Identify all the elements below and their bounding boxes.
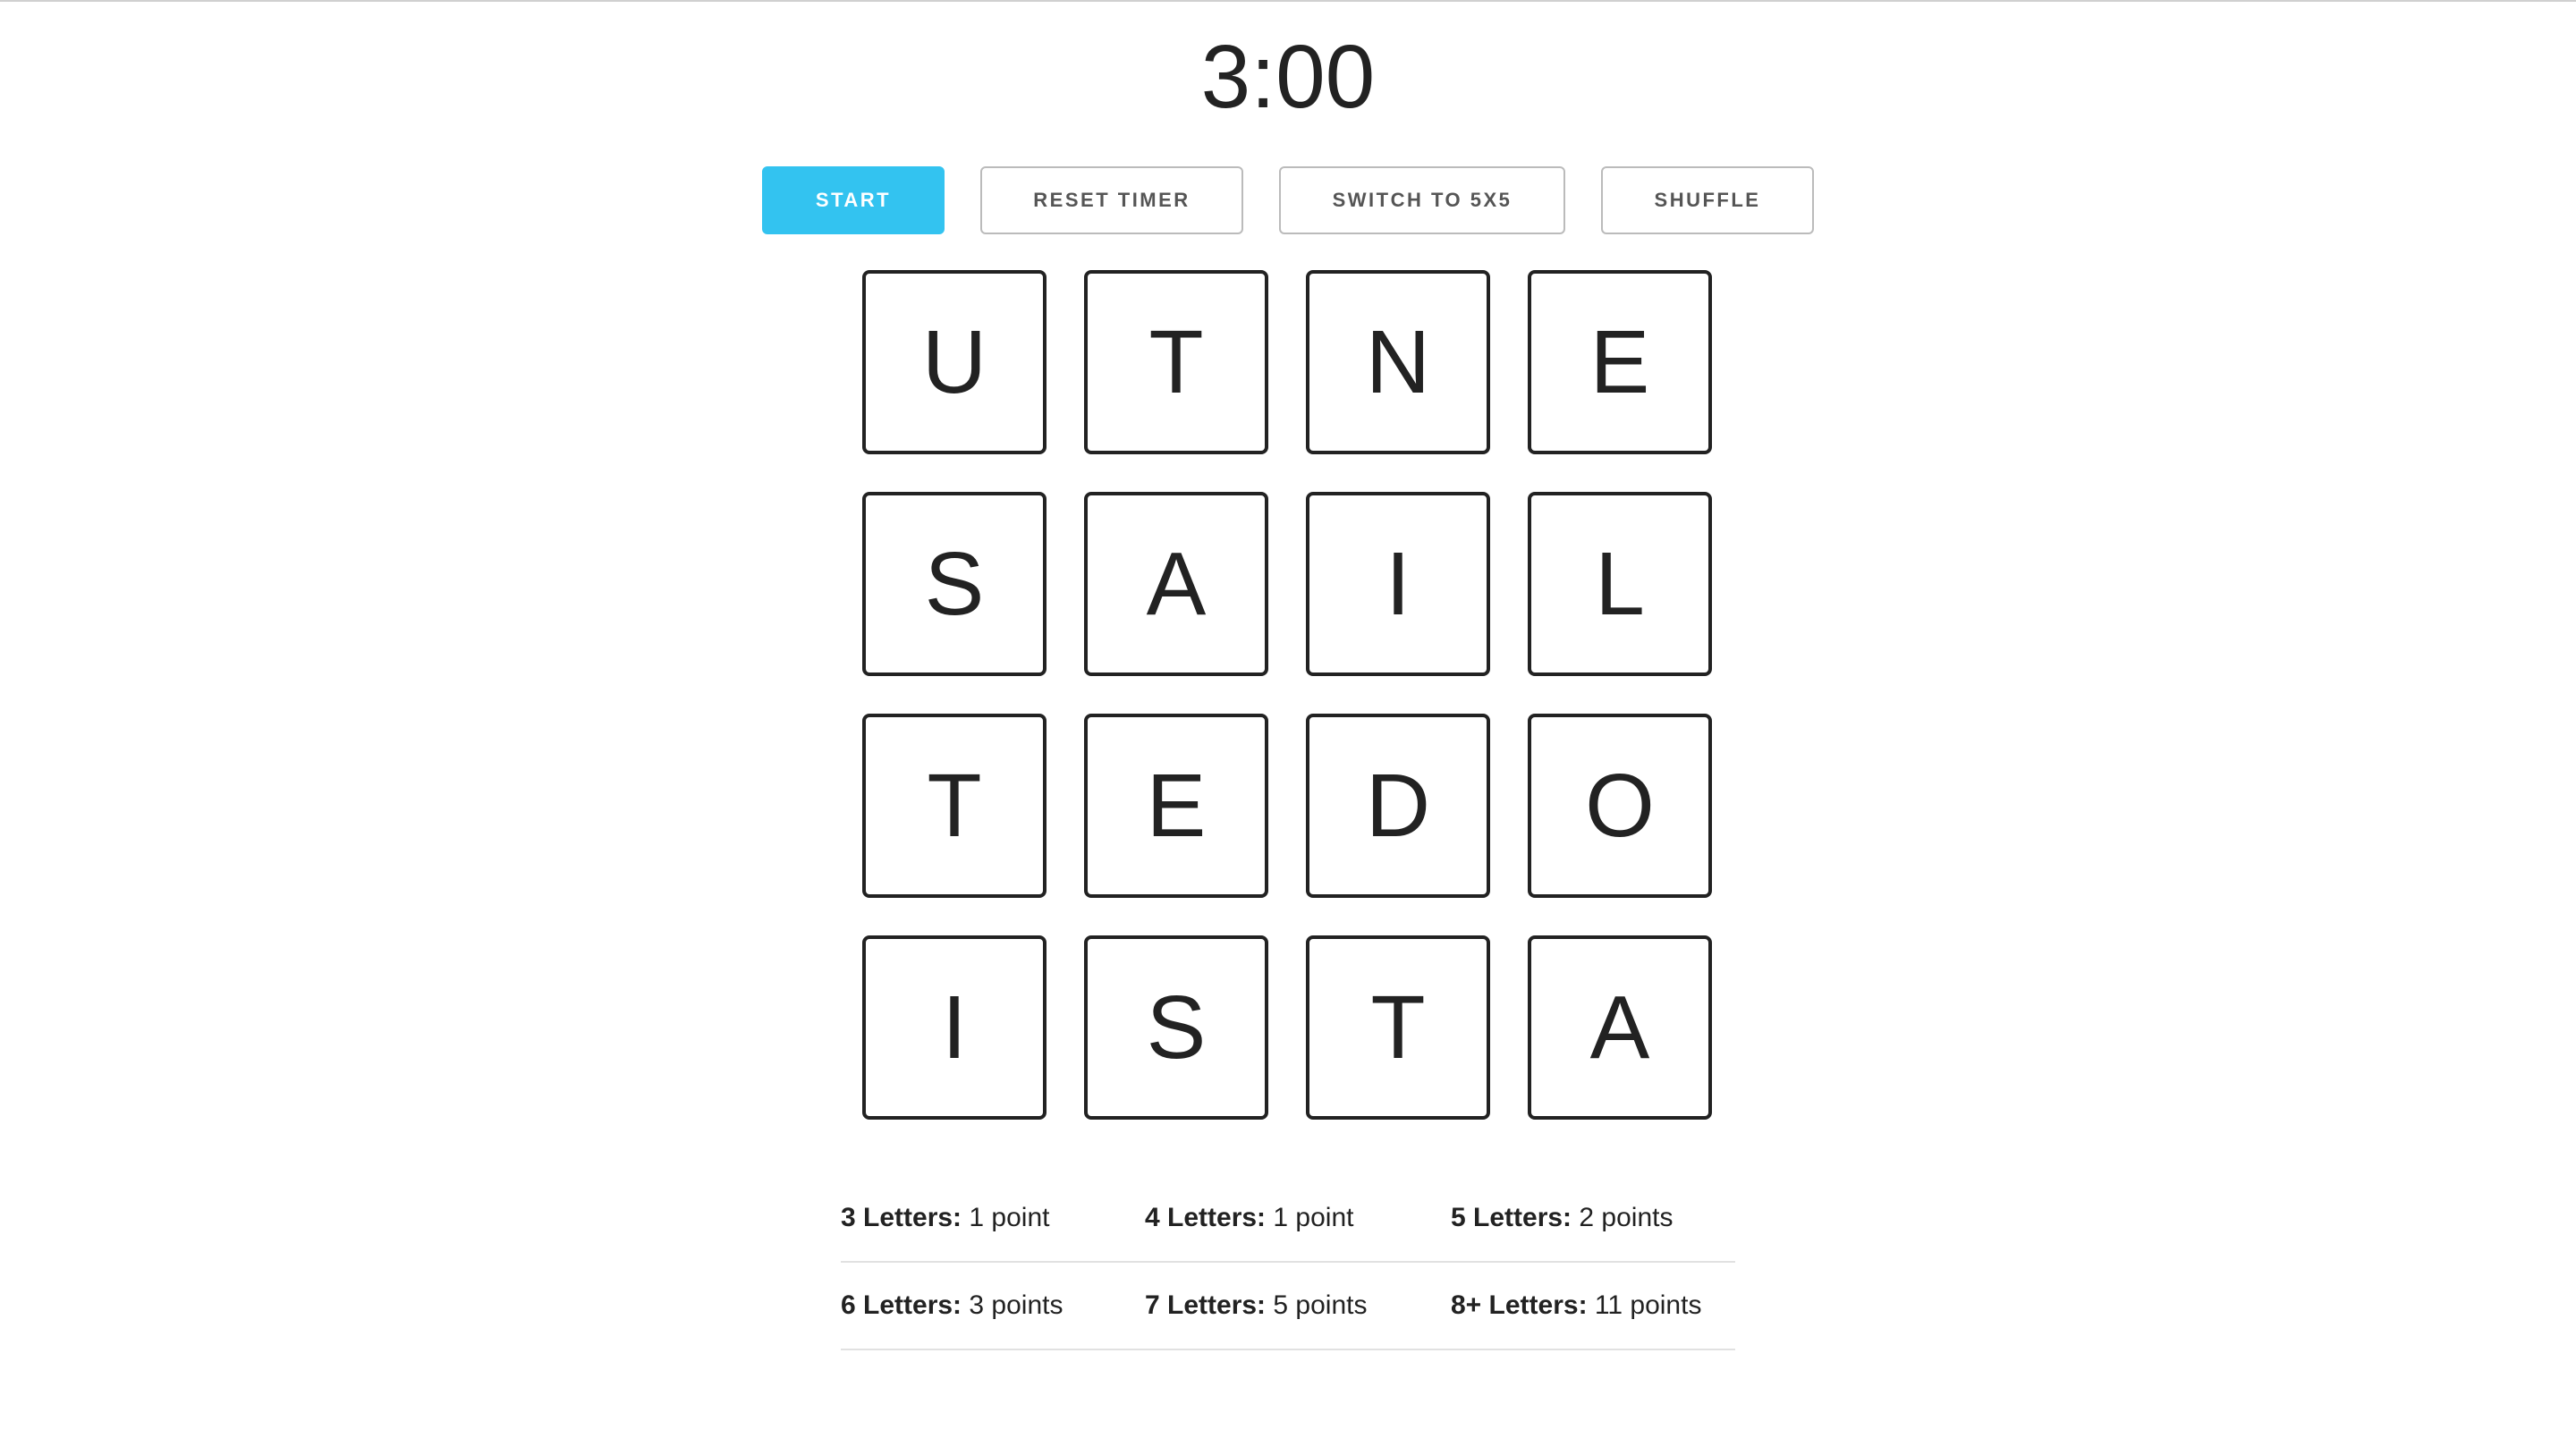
scoring-table: 3 Letters: 1 point 4 Letters: 1 point 5 Le… <box>841 1175 1735 1350</box>
letter-tile[interactable]: S <box>862 492 1046 676</box>
start-button[interactable]: START <box>762 166 945 234</box>
letter-tile[interactable]: I <box>862 935 1046 1120</box>
letter-tile[interactable]: E <box>1084 714 1268 898</box>
scoring-value: 2 points <box>1579 1203 1674 1232</box>
letter-tile[interactable]: A <box>1528 935 1712 1120</box>
letter-tile[interactable]: T <box>1084 270 1268 454</box>
scoring-label: 4 Letters: <box>1145 1203 1267 1232</box>
scoring-label: 7 Letters: <box>1145 1290 1267 1320</box>
scoring-cell: 7 Letters: 5 points <box>1145 1263 1367 1349</box>
scoring-label: 3 Letters: <box>841 1203 962 1232</box>
scoring-label: 8+ Letters: <box>1451 1290 1588 1320</box>
letter-tile[interactable]: E <box>1528 270 1712 454</box>
scoring-cell: 8+ Letters: 11 points <box>1451 1263 1701 1349</box>
scoring-label: 5 Letters: <box>1451 1203 1572 1232</box>
scoring-cell: 6 Letters: 3 points <box>841 1263 1063 1349</box>
letter-tile[interactable]: L <box>1528 492 1712 676</box>
scoring-cell: 4 Letters: 1 point <box>1145 1175 1353 1261</box>
letter-grid: UTNESAILTEDOISTA <box>862 270 1716 1120</box>
scoring-value: 5 points <box>1273 1290 1368 1320</box>
letter-tile[interactable]: I <box>1306 492 1490 676</box>
shuffle-button[interactable]: SHUFFLE <box>1601 166 1814 234</box>
scoring-value: 1 point <box>969 1203 1050 1232</box>
scoring-row: 3 Letters: 1 point 4 Letters: 1 point 5 Le… <box>841 1175 1735 1263</box>
controls-bar: START RESET TIMER SWITCH TO 5X5 SHUFFLE <box>0 166 2576 234</box>
letter-tile[interactable]: S <box>1084 935 1268 1120</box>
reset-timer-button[interactable]: RESET TIMER <box>980 166 1243 234</box>
scoring-cell: 3 Letters: 1 point <box>841 1175 1049 1261</box>
scoring-value: 1 point <box>1273 1203 1354 1232</box>
scoring-value: 3 points <box>969 1290 1063 1320</box>
letter-tile[interactable]: T <box>1306 935 1490 1120</box>
scoring-label: 6 Letters: <box>841 1290 962 1320</box>
top-border <box>0 0 2576 2</box>
scoring-cell: 5 Letters: 2 points <box>1451 1175 1673 1261</box>
letter-tile[interactable]: N <box>1306 270 1490 454</box>
letter-tile[interactable]: T <box>862 714 1046 898</box>
timer-display: 3:00 <box>1200 27 1376 127</box>
letter-tile[interactable]: O <box>1528 714 1712 898</box>
letter-tile[interactable]: A <box>1084 492 1268 676</box>
scoring-row: 6 Letters: 3 points 7 Letters: 5 points 8+… <box>841 1263 1735 1350</box>
letter-tile[interactable]: U <box>862 270 1046 454</box>
scoring-value: 11 points <box>1594 1290 1702 1320</box>
switch-to-5x5-button[interactable]: SWITCH TO 5X5 <box>1279 166 1565 234</box>
letter-tile[interactable]: D <box>1306 714 1490 898</box>
